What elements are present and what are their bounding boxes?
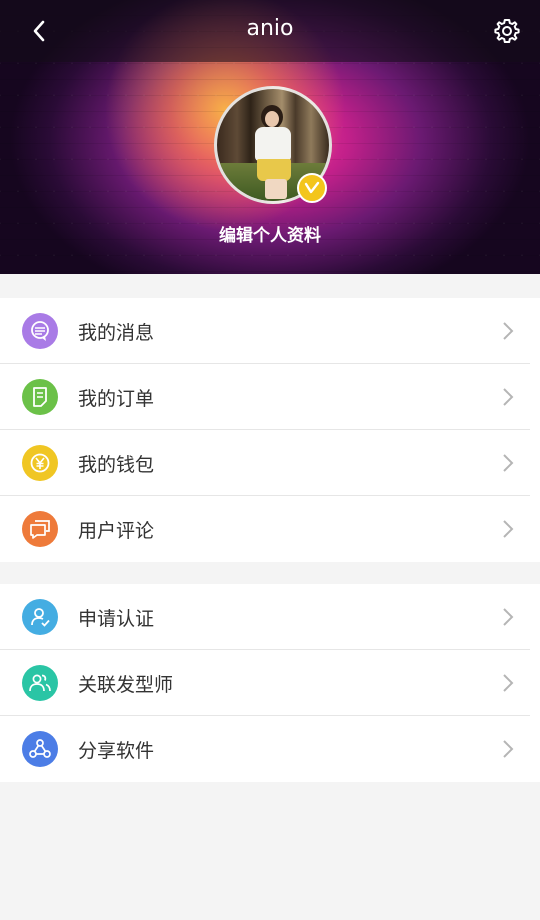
page-title: anio (246, 16, 294, 41)
share-icon (22, 731, 58, 767)
users-icon (22, 665, 58, 701)
menu-item-orders[interactable]: 我的订单 (0, 364, 540, 430)
avatar-photo-legs (265, 179, 287, 199)
menu-item-label: 关联发型师 (78, 673, 174, 696)
menu-item-share-app[interactable]: 分享软件 (0, 716, 540, 782)
menu-item-label: 我的钱包 (78, 453, 155, 476)
menu-group-more: 申请认证 关联发型师 分享软件 (0, 584, 540, 782)
menu-item-wallet[interactable]: 我的钱包 (0, 430, 540, 496)
message-bubble-icon (22, 313, 58, 349)
v-verified-icon (304, 181, 320, 194)
chevron-right-icon (502, 387, 516, 407)
menu-item-label: 我的消息 (78, 321, 155, 344)
menu-item-label: 用户评论 (78, 519, 155, 542)
top-bar: anio (0, 0, 540, 62)
gear-icon (494, 19, 520, 43)
settings-button[interactable] (490, 14, 524, 48)
menu-item-label: 我的订单 (78, 387, 155, 410)
edit-profile-link[interactable]: 编辑个人资料 (0, 221, 540, 246)
menu-item-apply-certification[interactable]: 申请认证 (0, 584, 540, 650)
verified-badge (297, 173, 327, 203)
chevron-right-icon (502, 453, 516, 473)
avatar-photo-shirt (255, 127, 291, 161)
avatar-photo-face (265, 111, 279, 127)
comments-icon (22, 511, 58, 547)
menu-group-account: 我的消息 我的订单 我的钱包 用户评论 (0, 298, 540, 562)
order-document-icon (22, 379, 58, 415)
chevron-right-icon (502, 673, 516, 693)
menu-item-label: 分享软件 (78, 739, 155, 762)
yen-coin-icon (22, 445, 58, 481)
chevron-right-icon (502, 607, 516, 627)
menu-item-label: 申请认证 (78, 607, 155, 630)
menu-item-messages[interactable]: 我的消息 (0, 298, 540, 364)
avatar-photo-skirt (257, 159, 291, 181)
menu-item-reviews[interactable]: 用户评论 (0, 496, 540, 562)
chevron-right-icon (502, 739, 516, 759)
chevron-right-icon (502, 321, 516, 341)
menu-item-link-stylist[interactable]: 关联发型师 (0, 650, 540, 716)
profile-header: anio 编辑个人资料 (0, 0, 540, 274)
user-verify-icon (22, 599, 58, 635)
chevron-right-icon (502, 519, 516, 539)
